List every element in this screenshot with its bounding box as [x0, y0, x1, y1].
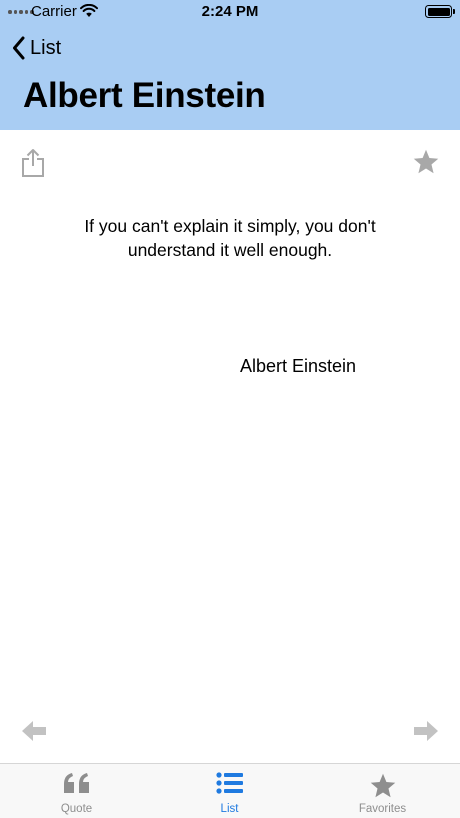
tab-list-label: List	[220, 803, 239, 815]
favorite-star-icon[interactable]	[412, 148, 440, 176]
share-icon[interactable]	[20, 148, 46, 178]
quote-author: Albert Einstein	[240, 356, 357, 376]
navigation-header: Carrier 2:24 PM List Albert Einstein	[0, 0, 460, 130]
back-button[interactable]: List	[12, 34, 61, 62]
tab-favorites[interactable]: Favorites	[306, 764, 459, 818]
tab-quote-label: Quote	[60, 803, 93, 815]
star-icon	[370, 773, 395, 798]
status-time: 2:24 PM	[201, 3, 259, 20]
chevron-left-icon	[13, 36, 25, 60]
tab-bar: Quote List Favorites	[0, 763, 460, 818]
back-button-label: List	[30, 36, 62, 59]
arrow-left-icon[interactable]	[20, 718, 48, 744]
battery-icon	[425, 5, 452, 18]
tab-quote[interactable]: Quote	[0, 764, 153, 818]
tab-favorites-label: Favorites	[358, 803, 407, 815]
tab-list[interactable]: List	[153, 764, 306, 818]
page-title: Albert Einstein	[23, 76, 266, 115]
list-icon	[215, 772, 243, 794]
arrow-right-icon[interactable]	[412, 718, 440, 744]
status-bar: Carrier 2:24 PM	[0, 0, 460, 24]
quote-icon	[63, 773, 89, 793]
quote-text: If you can't explain it simply, you don'…	[84, 216, 376, 260]
